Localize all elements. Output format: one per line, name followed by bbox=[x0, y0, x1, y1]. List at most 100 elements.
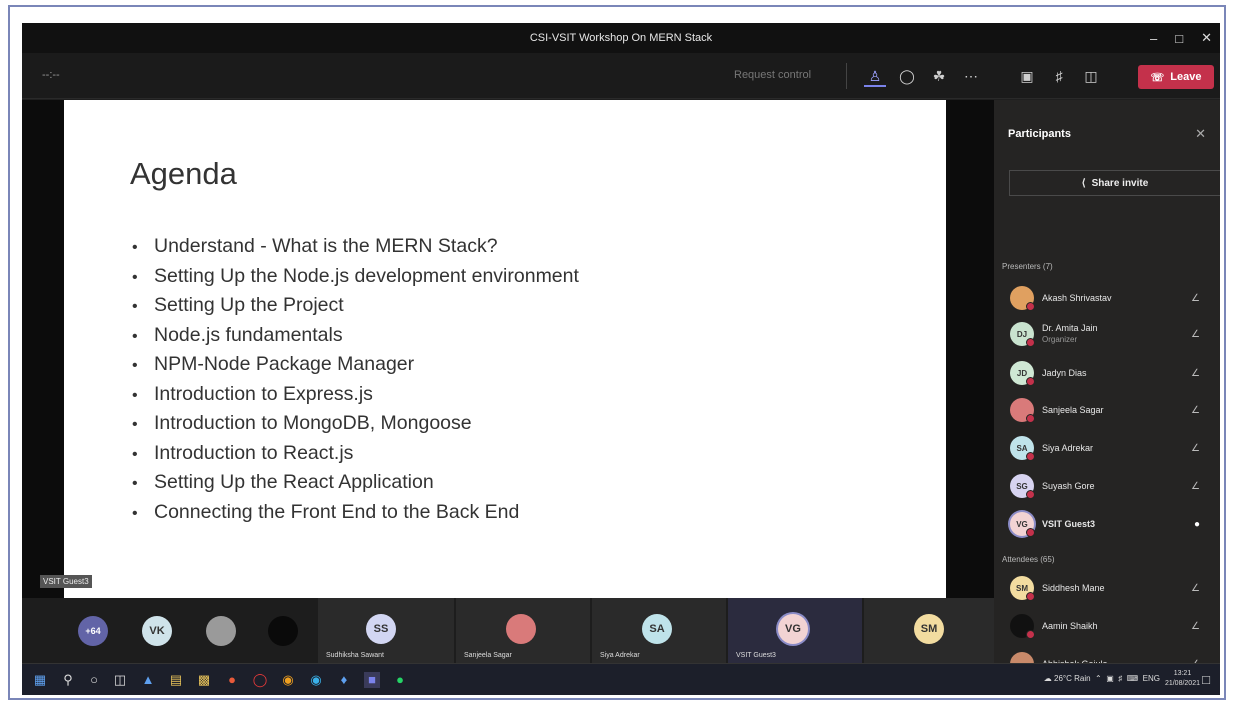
notifications-icon[interactable]: □ bbox=[1198, 672, 1214, 688]
request-control-button[interactable]: Request control bbox=[734, 69, 811, 81]
window-title: CSI-VSIT Workshop On MERN Stack bbox=[529, 32, 713, 44]
avatar bbox=[506, 614, 536, 644]
bullet-icon: • bbox=[132, 504, 138, 522]
presentation-slide: Agenda • Understand - What is the MERN St… bbox=[64, 100, 946, 598]
participant-item[interactable]: DJ Dr. Amita Jain Organizer ∠ bbox=[1010, 320, 1210, 348]
video-tile-self[interactable]: VG VSIT Guest3 bbox=[728, 598, 862, 663]
reactions-icon[interactable]: ☘ bbox=[928, 65, 950, 87]
participant-item[interactable]: SG Suyash Gore ∠ bbox=[1010, 472, 1210, 500]
mic-on-icon: ● bbox=[1193, 518, 1200, 530]
avatar: DJ bbox=[1010, 322, 1035, 347]
participant-avatar-tile[interactable] bbox=[268, 616, 298, 646]
mic-muted-icon: ∠ bbox=[1191, 328, 1200, 340]
video-strip: +64 VK SS Sudhiksha Sawant Sanjeela Saga… bbox=[22, 598, 994, 663]
more-options-icon[interactable]: ⋯ bbox=[960, 65, 982, 87]
leave-button[interactable]: ☏ Leave bbox=[1138, 65, 1214, 89]
clock[interactable]: 13:21 21/08/2021 bbox=[1165, 669, 1200, 689]
agenda-list: • Understand - What is the MERN Stack? • S… bbox=[132, 232, 579, 527]
opera-icon[interactable]: ◯ bbox=[252, 672, 268, 688]
presenters-section-header[interactable]: Presenters (7) bbox=[1002, 262, 1053, 271]
task-view-icon[interactable]: ◫ bbox=[112, 672, 128, 688]
chat-icon[interactable]: ◯ bbox=[896, 65, 918, 87]
phone-hangup-icon: ☏ bbox=[1150, 71, 1165, 84]
bullet-icon: • bbox=[132, 386, 138, 404]
attendees-section-header[interactable]: Attendees (65) bbox=[1002, 555, 1054, 564]
camera-icon[interactable]: ▣ bbox=[1016, 65, 1038, 87]
avatar: VG bbox=[1010, 512, 1035, 537]
leave-label: Leave bbox=[1170, 71, 1202, 83]
close-icon[interactable]: ✕ bbox=[1201, 30, 1212, 46]
app-icon[interactable]: ♦ bbox=[336, 672, 352, 688]
weather-icon: ☁ bbox=[1043, 674, 1052, 683]
more-participants-badge[interactable]: +64 bbox=[78, 616, 108, 646]
maximize-icon[interactable]: □ bbox=[1175, 31, 1183, 46]
bullet-icon: • bbox=[132, 416, 138, 433]
firefox-icon[interactable]: ● bbox=[224, 672, 240, 688]
minimize-icon[interactable]: – bbox=[1150, 31, 1157, 46]
search-icon[interactable]: ⚲ bbox=[60, 672, 76, 688]
mic-muted-icon: ∠ bbox=[1191, 367, 1200, 379]
participant-item-self[interactable]: VG VSIT Guest3 ● bbox=[1010, 510, 1210, 538]
start-icon[interactable]: ▦ bbox=[32, 672, 48, 688]
bullet-icon: • bbox=[132, 298, 138, 315]
avatar bbox=[1010, 614, 1035, 639]
agenda-item: • NPM-Node Package Manager bbox=[132, 350, 579, 380]
file-explorer-icon[interactable]: ▤ bbox=[168, 672, 184, 688]
presenter-name-tag: VSIT Guest3 bbox=[40, 575, 92, 588]
participant-item[interactable]: JD Jadyn Dias ∠ bbox=[1010, 359, 1210, 387]
participant-item[interactable]: Sanjeela Sagar ∠ bbox=[1010, 396, 1210, 424]
mic-muted-icon: ∠ bbox=[1191, 480, 1200, 492]
network-icon[interactable]: ▣ bbox=[1106, 674, 1114, 683]
avatar: VG bbox=[778, 614, 808, 644]
participants-panel: Participants ✕ ⟨ Share invite Presenters… bbox=[994, 100, 1220, 695]
avatar: SS bbox=[366, 614, 396, 644]
teams-window: CSI-VSIT Workshop On MERN Stack – □ ✕ --… bbox=[22, 23, 1220, 695]
cortana-icon[interactable]: ○ bbox=[86, 672, 102, 688]
avatar: SA bbox=[1010, 436, 1035, 461]
agenda-item: • Node.js fundamentals bbox=[132, 321, 579, 351]
window-controls: – □ ✕ bbox=[1150, 23, 1212, 53]
meeting-timer: --:-- bbox=[42, 69, 60, 81]
bullet-icon: • bbox=[132, 357, 138, 374]
share-screen-icon[interactable]: ◫ bbox=[1080, 65, 1102, 87]
folder-icon[interactable]: ▩ bbox=[196, 672, 212, 688]
avatar: SA bbox=[642, 614, 672, 644]
video-tile[interactable]: SS Sudhiksha Sawant bbox=[318, 598, 454, 663]
browser-icon[interactable]: ◉ bbox=[308, 672, 324, 688]
agenda-item: • Setting Up the Node.js development envi… bbox=[132, 262, 579, 292]
windows-taskbar: ▦ ⚲ ○ ◫ ▲ ▤ ▩ ● ◯ ◉ ◉ ♦ ■ ● ☁ 26°C Rain … bbox=[22, 663, 1220, 695]
video-tile[interactable]: SA Siya Adrekar bbox=[592, 598, 726, 663]
agenda-item: • Understand - What is the MERN Stack? bbox=[132, 232, 579, 262]
avatar: JD bbox=[1010, 361, 1035, 386]
system-tray: ☁ 26°C Rain ⌃ ▣ ♯ ⌨ ENG bbox=[1043, 674, 1160, 683]
mic-muted-icon: ∠ bbox=[1191, 292, 1200, 304]
whatsapp-icon[interactable]: ● bbox=[392, 672, 408, 688]
video-tile[interactable]: SM bbox=[864, 598, 994, 663]
share-invite-button[interactable]: ⟨ Share invite bbox=[1009, 170, 1220, 196]
participant-item[interactable]: Aamin Shaikh ∠ bbox=[1010, 612, 1210, 640]
shared-screen-stage: Agenda • Understand - What is the MERN St… bbox=[22, 100, 994, 598]
participant-avatar-tile[interactable]: VK bbox=[142, 616, 172, 646]
mic-icon[interactable]: ♯ bbox=[1048, 65, 1070, 87]
mic-muted-icon: ∠ bbox=[1191, 620, 1200, 632]
participants-icon[interactable]: ♙ bbox=[864, 65, 886, 87]
close-panel-icon[interactable]: ✕ bbox=[1195, 126, 1206, 142]
bullet-icon: • bbox=[132, 327, 138, 345]
agenda-item: • Introduction to React.js bbox=[132, 439, 579, 469]
teams-icon[interactable]: ■ bbox=[364, 672, 380, 688]
agenda-item: • Introduction to Express.js bbox=[132, 380, 579, 410]
participant-item[interactable]: SA Siya Adrekar ∠ bbox=[1010, 434, 1210, 462]
participant-avatar-tile[interactable] bbox=[206, 616, 236, 646]
keyboard-icon[interactable]: ⌨ bbox=[1127, 674, 1139, 683]
participant-item[interactable]: Akash Shrivastav ∠ bbox=[1010, 284, 1210, 312]
agenda-item: • Setting Up the React Application bbox=[132, 468, 579, 498]
avatar: SG bbox=[1010, 474, 1035, 499]
tray-arrow-icon[interactable]: ⌃ bbox=[1095, 674, 1102, 683]
edge-icon[interactable]: ▲ bbox=[140, 672, 156, 688]
volume-icon[interactable]: ♯ bbox=[1118, 674, 1122, 683]
chrome-icon[interactable]: ◉ bbox=[280, 672, 296, 688]
avatar bbox=[1010, 286, 1035, 311]
participant-item[interactable]: SM Siddhesh Mane ∠ bbox=[1010, 574, 1210, 602]
toolbar-divider bbox=[846, 63, 847, 89]
video-tile[interactable]: Sanjeela Sagar bbox=[456, 598, 590, 663]
